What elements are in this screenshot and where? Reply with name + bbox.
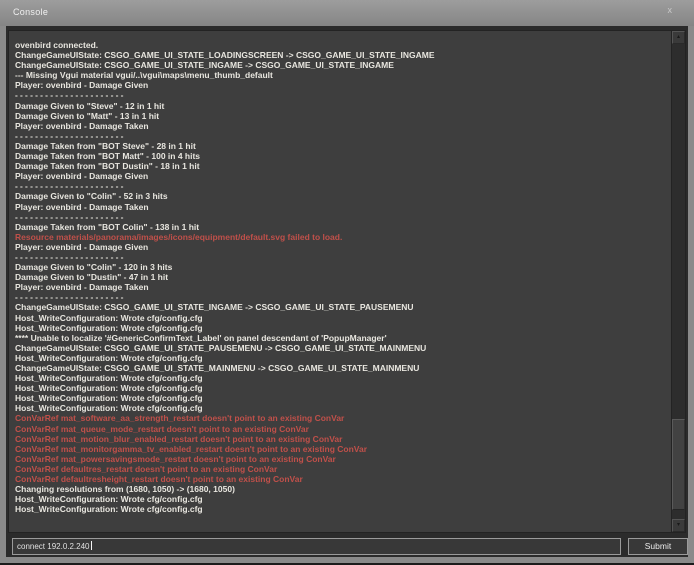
console-line: Host_WriteConfiguration: Wrote cfg/confi… bbox=[15, 353, 668, 363]
console-line: ---------------------- bbox=[15, 131, 668, 141]
console-line: Changing resolutions from (1680, 1050) -… bbox=[15, 484, 668, 494]
console-line: ---------------------- bbox=[15, 181, 668, 191]
console-line: Player: ovenbird - Damage Taken bbox=[15, 202, 668, 212]
console-line: ConVarRef mat_software_aa_strength_resta… bbox=[15, 413, 668, 423]
command-input-value: connect 192.0.2.240 bbox=[17, 542, 90, 551]
console-line: **** Unable to localize '#GenericConfirm… bbox=[15, 333, 668, 343]
console-line: Player: ovenbird - Damage Given bbox=[15, 171, 668, 181]
console-line: ConVarRef mat_queue_mode_restart doesn't… bbox=[15, 424, 668, 434]
console-line: ConVarRef defaultresheight_restart doesn… bbox=[15, 474, 668, 484]
command-input[interactable]: connect 192.0.2.240 bbox=[12, 538, 621, 555]
close-icon[interactable]: x bbox=[668, 5, 673, 15]
text-cursor bbox=[91, 541, 92, 550]
console-line: Player: ovenbird - Damage Given bbox=[15, 80, 668, 90]
console-line: Damage Given to "Dustin" - 47 in 1 hit bbox=[15, 272, 668, 282]
console-line: ConVarRef mat_motion_blur_enabled_restar… bbox=[15, 434, 668, 444]
console-line: Player: ovenbird - Damage Taken bbox=[15, 282, 668, 292]
console-line: ChangeGameUIState: CSGO_GAME_UI_STATE_LO… bbox=[15, 50, 668, 60]
console-line: Player: ovenbird - Damage Taken bbox=[15, 121, 668, 131]
console-line: ChangeGameUIState: CSGO_GAME_UI_STATE_MA… bbox=[15, 363, 668, 373]
console-line: Damage Taken from "BOT Steve" - 28 in 1 … bbox=[15, 141, 668, 151]
window-title: Console bbox=[13, 7, 48, 17]
input-row: connect 192.0.2.240 Submit bbox=[6, 538, 688, 557]
scrollbar-track[interactable]: ▴ ▾ bbox=[671, 31, 685, 532]
scroll-down-icon[interactable]: ▾ bbox=[672, 519, 685, 532]
console-line: Damage Given to "Matt" - 13 in 1 hit bbox=[15, 111, 668, 121]
console-line: ---------------------- bbox=[15, 252, 668, 262]
console-line: Host_WriteConfiguration: Wrote cfg/confi… bbox=[15, 403, 668, 413]
console-line: ---------------------- bbox=[15, 212, 668, 222]
console-line: Damage Taken from "BOT Dustin" - 18 in 1… bbox=[15, 161, 668, 171]
console-line: ---------------------- bbox=[15, 292, 668, 302]
submit-button[interactable]: Submit bbox=[628, 538, 688, 555]
console-line: ovenbird connected. bbox=[15, 40, 668, 50]
console-line: ConVarRef mat_monitorgamma_tv_enabled_re… bbox=[15, 444, 668, 454]
console-line: Resource materials/panorama/images/icons… bbox=[15, 232, 668, 242]
console-output: ovenbird connected.ChangeGameUIState: CS… bbox=[8, 30, 686, 533]
console-window: Console x ovenbird connected.ChangeGameU… bbox=[0, 0, 694, 565]
console-line: ChangeGameUIState: CSGO_GAME_UI_STATE_PA… bbox=[15, 343, 668, 353]
console-line: --- Missing Vgui material vgui/..\vgui\m… bbox=[15, 70, 668, 80]
console-line: ---------------------- bbox=[15, 90, 668, 100]
console-line: ConVarRef mat_powersavingsmode_restart d… bbox=[15, 454, 668, 464]
console-line: Host_WriteConfiguration: Wrote cfg/confi… bbox=[15, 383, 668, 393]
console-line: Damage Given to "Colin" - 52 in 3 hits bbox=[15, 191, 668, 201]
console-line: ChangeGameUIState: CSGO_GAME_UI_STATE_IN… bbox=[15, 302, 668, 312]
console-line: Damage Taken from "BOT Matt" - 100 in 4 … bbox=[15, 151, 668, 161]
console-log: ovenbird connected.ChangeGameUIState: CS… bbox=[15, 40, 668, 530]
console-line: ChangeGameUIState: CSGO_GAME_UI_STATE_IN… bbox=[15, 60, 668, 70]
console-line: ConVarRef defaultres_restart doesn't poi… bbox=[15, 464, 668, 474]
console-line: Host_WriteConfiguration: Wrote cfg/confi… bbox=[15, 313, 668, 323]
titlebar[interactable]: Console x bbox=[0, 0, 694, 26]
console-line: Damage Given to "Colin" - 120 in 3 hits bbox=[15, 262, 668, 272]
scrollbar-thumb[interactable] bbox=[672, 419, 685, 510]
console-line: Host_WriteConfiguration: Wrote cfg/confi… bbox=[15, 373, 668, 383]
console-line: Host_WriteConfiguration: Wrote cfg/confi… bbox=[15, 494, 668, 504]
scroll-up-icon[interactable]: ▴ bbox=[672, 31, 685, 44]
console-line: Damage Given to "Steve" - 12 in 1 hit bbox=[15, 101, 668, 111]
console-line: Host_WriteConfiguration: Wrote cfg/confi… bbox=[15, 323, 668, 333]
console-line: Damage Taken from "BOT Colin" - 138 in 1… bbox=[15, 222, 668, 232]
console-body: ovenbird connected.ChangeGameUIState: CS… bbox=[6, 26, 688, 557]
console-line: Player: ovenbird - Damage Given bbox=[15, 242, 668, 252]
console-line: Host_WriteConfiguration: Wrote cfg/confi… bbox=[15, 504, 668, 514]
console-line: Host_WriteConfiguration: Wrote cfg/confi… bbox=[15, 393, 668, 403]
